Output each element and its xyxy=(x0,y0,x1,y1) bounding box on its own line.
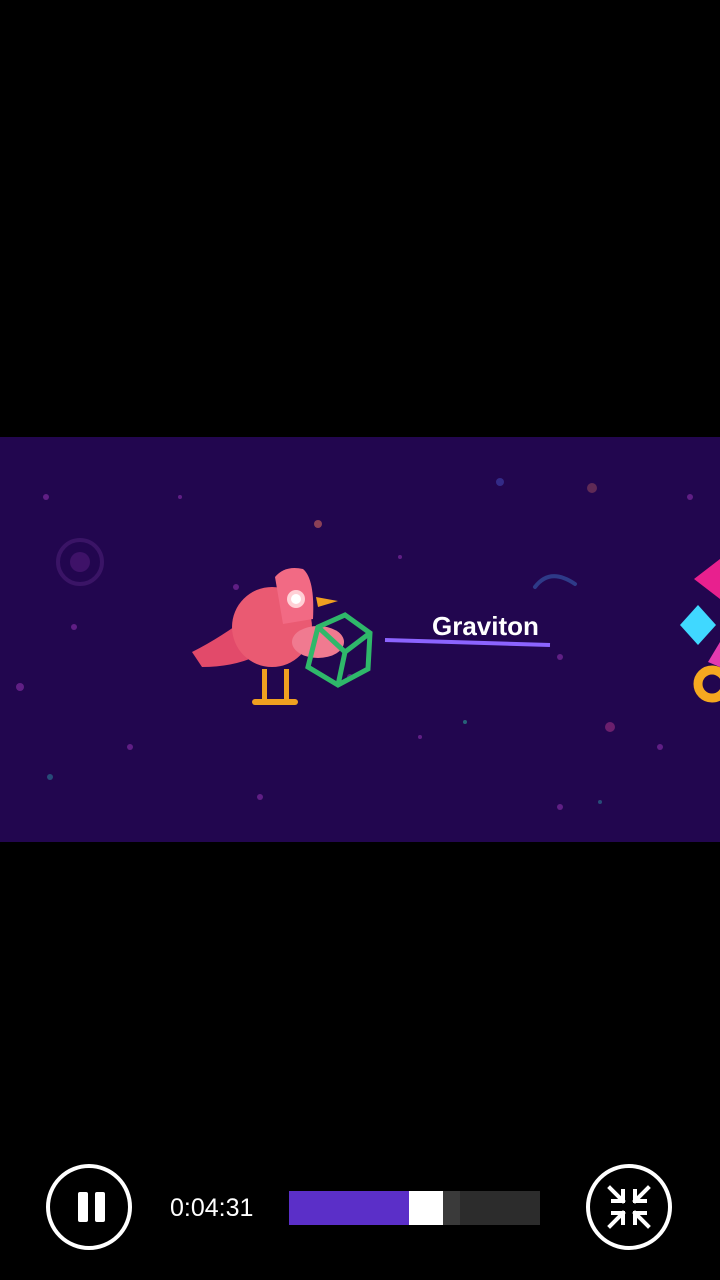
swirl-decoration-right xyxy=(533,574,577,589)
pause-icon-bar-left xyxy=(78,1192,88,1222)
video-scene: Graviton xyxy=(16,478,720,810)
seek-bar-played xyxy=(289,1191,409,1225)
seek-bar[interactable] xyxy=(289,1191,540,1225)
video-player-screen: Graviton 0:04:31 xyxy=(0,0,720,1280)
pause-button[interactable] xyxy=(46,1164,132,1250)
gem-cluster xyxy=(680,559,720,703)
video-frame[interactable]: Graviton xyxy=(0,437,720,842)
graviton-label: Graviton xyxy=(432,611,539,641)
playback-controls: 0:04:31 xyxy=(0,1160,720,1260)
exit-fullscreen-icon xyxy=(607,1185,651,1229)
bird-character xyxy=(192,568,344,705)
exit-fullscreen-button[interactable] xyxy=(586,1164,672,1250)
current-time: 0:04:31 xyxy=(170,1194,254,1222)
swirl-core xyxy=(70,552,90,572)
seek-bar-thumb[interactable] xyxy=(409,1191,443,1225)
pause-icon-bar-right xyxy=(95,1192,105,1222)
